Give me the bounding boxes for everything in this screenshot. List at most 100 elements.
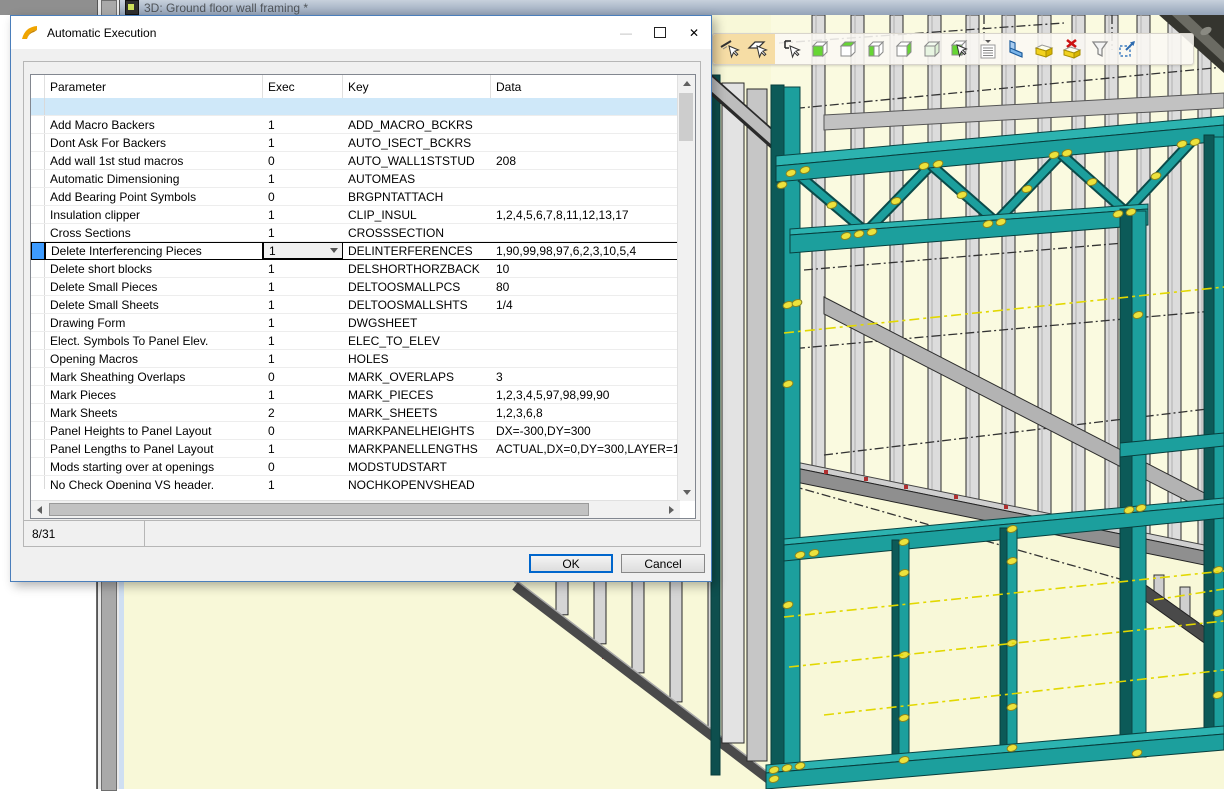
cell-parameter[interactable]: Mods starting over at openings [45, 458, 263, 475]
cell-parameter[interactable]: Opening Macros [45, 350, 263, 367]
cell-key[interactable]: CROSSSECTION [343, 224, 491, 241]
header-key[interactable]: Key [343, 75, 491, 98]
cell-key[interactable]: DELINTERFERENCES [343, 242, 491, 259]
table-vertical-scrollbar[interactable] [677, 75, 695, 501]
close-button[interactable]: ✕ [677, 16, 711, 49]
part-select-icon[interactable] [778, 36, 806, 62]
header-data[interactable]: Data [491, 75, 678, 98]
cell-data[interactable] [491, 116, 678, 133]
cell-parameter[interactable]: Mark Sheets [45, 404, 263, 421]
cube-front-face-icon[interactable] [806, 36, 834, 62]
cell-data[interactable]: 1,90,99,98,97,6,2,3,10,5,4 [491, 242, 678, 259]
cube-left-face-icon[interactable] [862, 36, 890, 62]
row-selector[interactable] [31, 422, 45, 439]
minimize-button[interactable]: — [609, 16, 643, 49]
cell-exec[interactable]: 0 [263, 422, 343, 439]
table-row[interactable]: Mark Pieces1MARK_PIECES1,2,3,4,5,97,98,9… [31, 386, 678, 404]
tab-ground-floor-wall-framing[interactable]: 3D: Ground floor wall framing * [125, 0, 308, 15]
cell-parameter[interactable]: Add wall 1st stud macros [45, 152, 263, 169]
table-row[interactable]: No Check Opening VS header.1NOCHKOPENVSH… [31, 476, 678, 489]
cell-key[interactable]: AUTO_WALL1STSTUD [343, 152, 491, 169]
cancel-button[interactable]: Cancel [621, 554, 705, 573]
header-exec[interactable]: Exec [263, 75, 343, 98]
cell-parameter[interactable]: Dont Ask For Backers [45, 134, 263, 151]
row-selector[interactable] [31, 206, 45, 223]
maximize-button[interactable] [643, 16, 677, 49]
table-row[interactable]: Automatic Dimensioning1AUTOMEAS [31, 170, 678, 188]
cell-exec[interactable]: 1 [263, 332, 343, 349]
table-row[interactable]: Mark Sheets2MARK_SHEETS1,2,3,6,8 [31, 404, 678, 422]
cell-key[interactable]: ELEC_TO_ELEV [343, 332, 491, 349]
cell-exec[interactable]: 1 [263, 440, 343, 457]
select-solid-icon[interactable] [946, 36, 974, 62]
cell-key[interactable]: HOLES [343, 350, 491, 367]
cell-parameter[interactable]: Elect. Symbols To Panel Elev. [45, 332, 263, 349]
cell-data[interactable]: DX=-300,DY=300 [491, 422, 678, 439]
row-selector[interactable] [31, 242, 45, 259]
row-selector[interactable] [31, 404, 45, 421]
cell-exec[interactable]: 1 [263, 170, 343, 187]
row-selector[interactable] [31, 152, 45, 169]
cell-exec[interactable]: 2 [263, 404, 343, 421]
list-menu-icon[interactable] [974, 36, 1002, 62]
table-row[interactable]: Drawing Form1DWGSHEET [31, 314, 678, 332]
table-row[interactable]: Add Macro Backers1ADD_MACRO_BCKRS [31, 116, 678, 134]
cell-key[interactable]: DELSHORTHORZBACK [343, 260, 491, 277]
cell-exec[interactable]: 0 [263, 188, 343, 205]
cell-exec[interactable]: 1 [263, 206, 343, 223]
cell-data[interactable]: 80 [491, 278, 678, 295]
cell-data[interactable]: 1,2,4,5,6,7,8,11,12,13,17 [491, 206, 678, 223]
table-row[interactable]: Mark Sheathing Overlaps0MARK_OVERLAPS3 [31, 368, 678, 386]
cell-exec[interactable]: 1 [263, 314, 343, 331]
table-row[interactable]: Insulation clipper1CLIP_INSUL1,2,4,5,6,7… [31, 206, 678, 224]
cell-data[interactable] [491, 332, 678, 349]
cell-key[interactable]: MARK_PIECES [343, 386, 491, 403]
row-selector[interactable] [31, 332, 45, 349]
table-row[interactable]: Delete Small Pieces1DELTOOSMALLPCS80 [31, 278, 678, 296]
table-row[interactable]: Mods starting over at openings0MODSTUDST… [31, 458, 678, 476]
row-selector[interactable] [31, 260, 45, 277]
table-row[interactable]: Delete short blocks1DELSHORTHORZBACK10 [31, 260, 678, 278]
cell-data[interactable]: 10 [491, 260, 678, 277]
cube-top-face-icon[interactable] [834, 36, 862, 62]
cube-right-face-icon[interactable] [890, 36, 918, 62]
row-selector[interactable] [31, 296, 45, 313]
cell-data[interactable] [491, 314, 678, 331]
exec-dropdown[interactable]: 1 [263, 242, 343, 259]
table-row[interactable]: Delete Interferencing Pieces1DELINTERFER… [31, 242, 678, 260]
table-row[interactable]: Opening Macros1HOLES [31, 350, 678, 368]
cell-parameter[interactable]: Mark Pieces [45, 386, 263, 403]
cell-parameter[interactable]: Automatic Dimensioning [45, 170, 263, 187]
face-select-icon[interactable] [744, 36, 772, 62]
cell-exec[interactable]: 0 [263, 458, 343, 475]
cell-parameter[interactable]: Panel Lengths to Panel Layout [45, 440, 263, 457]
table-row[interactable]: Dont Ask For Backers1AUTO_ISECT_BCKRS [31, 134, 678, 152]
table-horizontal-thumb[interactable] [49, 503, 589, 516]
scroll-down-icon[interactable] [678, 484, 695, 501]
delete-box-icon[interactable] [1058, 36, 1086, 62]
table-row[interactable]: Delete Small Sheets1DELTOOSMALLSHTS1/4 [31, 296, 678, 314]
scroll-right-icon[interactable] [663, 501, 680, 518]
cell-key[interactable]: ADD_MACRO_BCKRS [343, 116, 491, 133]
cell-key[interactable]: NOCHKOPENVSHEAD [343, 476, 491, 489]
row-selector[interactable] [31, 368, 45, 385]
cell-data[interactable] [491, 98, 678, 115]
cell-key[interactable]: MODSTUDSTART [343, 458, 491, 475]
cell-data[interactable] [491, 188, 678, 205]
table-row[interactable]: Elect. Symbols To Panel Elev.1ELEC_TO_EL… [31, 332, 678, 350]
cell-exec[interactable]: 1 [263, 476, 343, 489]
table-horizontal-scrollbar[interactable] [31, 500, 680, 518]
cell-data[interactable] [491, 458, 678, 475]
cell-key[interactable]: MARK_OVERLAPS [343, 368, 491, 385]
cell-exec[interactable]: 1 [263, 260, 343, 277]
cell-parameter[interactable]: Add Bearing Point Symbols [45, 188, 263, 205]
row-selector[interactable] [31, 476, 45, 489]
cell-exec[interactable]: 1 [263, 278, 343, 295]
cell-parameter[interactable]: Delete Small Pieces [45, 278, 263, 295]
row-selector[interactable] [31, 224, 45, 241]
row-selector[interactable] [31, 350, 45, 367]
row-selector[interactable] [31, 314, 45, 331]
filter-icon[interactable] [1086, 36, 1114, 62]
cell-parameter[interactable]: Cross Sections [45, 224, 263, 241]
cell-exec[interactable]: 1 [263, 350, 343, 367]
